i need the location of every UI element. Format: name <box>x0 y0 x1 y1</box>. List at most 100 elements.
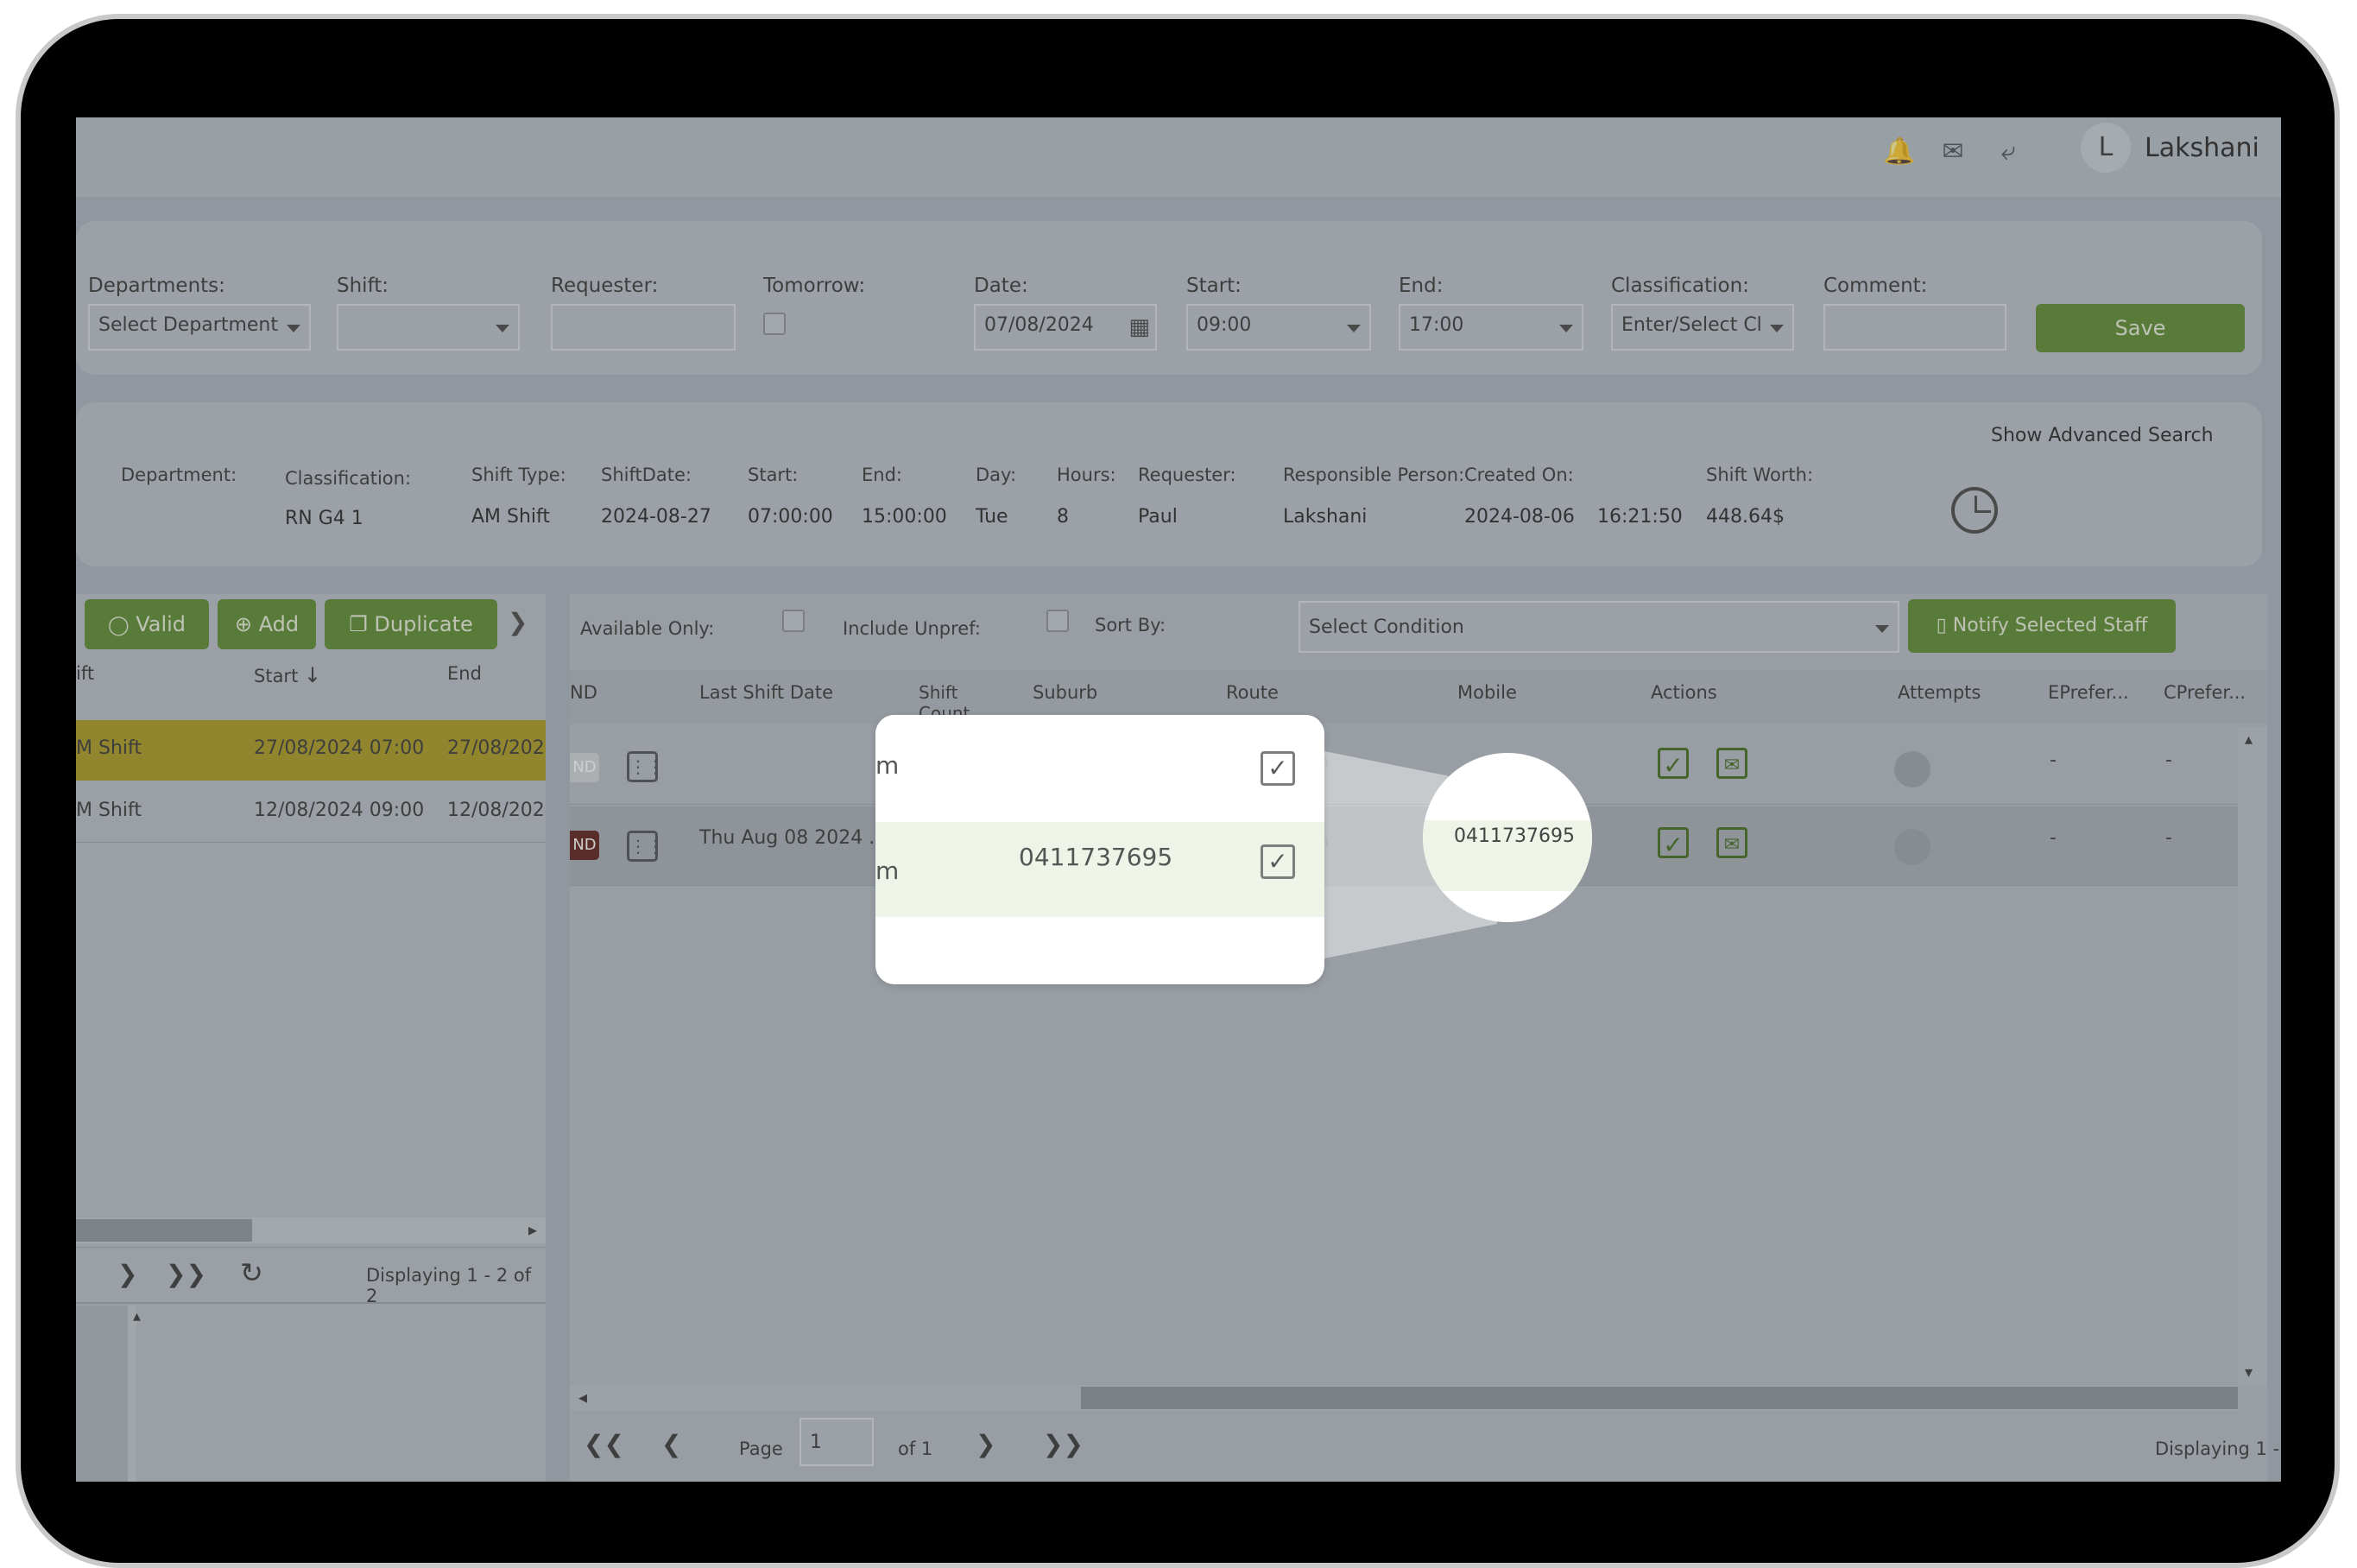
info-end-value: 15:00:00 <box>862 506 947 528</box>
column-header-end[interactable]: End <box>447 663 482 684</box>
prev-page-icon[interactable]: ❮ <box>661 1430 681 1458</box>
classification-label: Classification: <box>1611 275 1749 297</box>
table-row[interactable]: M Shift 12/08/2024 09:00 12/08/2024 <box>76 782 546 843</box>
staff-grid-header: ND Last Shift Date Shift Count Suburb Ro… <box>570 670 2267 724</box>
duplicate-button[interactable]: ❐ Duplicate <box>325 599 497 649</box>
phone-icon: ▯ <box>1936 615 1947 636</box>
scroll-left-icon[interactable]: ◂ <box>578 1387 587 1407</box>
clock-icon[interactable] <box>1951 487 1998 534</box>
column-header-shift[interactable]: ift <box>76 663 94 684</box>
row-last-shift-date: Thu Aug 08 2024 ... <box>699 827 888 849</box>
zoom-row-1: m ✓ <box>875 715 1324 819</box>
end-value: 17:00 <box>1409 314 1464 336</box>
chevron-down-icon <box>1875 625 1889 633</box>
shifts-grid: ◯ Valid ⊕ Add ❐ Duplicate ❯ ift Start ↓ … <box>76 594 546 1482</box>
add-button[interactable]: ⊕ Add <box>218 599 316 649</box>
classification-info-value: RN G4 1 <box>285 508 363 529</box>
sort-condition-placeholder: Select Condition <box>1309 616 1464 638</box>
first-page-icon[interactable]: ❮❮ <box>584 1430 624 1458</box>
chevron-down-icon <box>1559 325 1573 332</box>
day-value: Tue <box>976 506 1008 528</box>
calendar-icon[interactable]: ⋮⋮ <box>627 751 664 782</box>
column-header-last-shift-date[interactable]: Last Shift Date <box>699 682 833 703</box>
scroll-down-icon[interactable]: ▾ <box>2245 1363 2253 1381</box>
logout-icon[interactable]: ⤶ <box>1991 135 2025 169</box>
comment-input[interactable] <box>1823 304 2006 351</box>
date-input[interactable]: 07/08/2024 ▦ <box>974 304 1157 351</box>
column-header-mobile[interactable]: Mobile <box>1457 682 1517 703</box>
notify-selected-staff-button[interactable]: ▯ Notify Selected Staff <box>1908 599 2176 653</box>
sort-down-icon: ↓ <box>304 663 322 687</box>
user-name[interactable]: Lakshani <box>2145 133 2259 163</box>
departments-value: Select Department <box>98 314 278 336</box>
column-header-cprefer[interactable]: CPrefer... <box>2164 682 2246 703</box>
requester-input[interactable] <box>551 304 736 351</box>
chevron-right-icon[interactable]: ❯ <box>508 608 528 636</box>
save-button[interactable]: Save <box>2036 304 2245 352</box>
include-unpref-checkbox[interactable] <box>1046 610 1069 632</box>
column-header-attempts[interactable]: Attempts <box>1898 682 1981 703</box>
shift-worth-value: 448.64$ <box>1706 506 1785 528</box>
check-square-icon[interactable]: ✓ <box>1261 844 1295 879</box>
column-header-suburb[interactable]: Suburb <box>1033 682 1097 703</box>
vertical-scrollbar[interactable]: ▴ ▾ <box>2238 727 2267 1385</box>
available-only-checkbox[interactable] <box>782 610 805 632</box>
start-select[interactable]: 09:00 <box>1186 304 1371 351</box>
sort-by-label: Sort By: <box>1095 615 1166 635</box>
vertical-scrollbar[interactable] <box>128 1306 136 1482</box>
next-page-icon[interactable]: ❯ <box>117 1260 137 1288</box>
mail-icon[interactable]: ✉ <box>1936 135 1970 169</box>
departments-select[interactable]: Select Department <box>88 304 311 351</box>
row-cprefer: - <box>2165 749 2172 771</box>
responsible-label: Responsible Person: <box>1283 465 1465 485</box>
page-input[interactable]: 1 <box>799 1418 874 1466</box>
check-square-icon[interactable]: ✓ <box>1658 827 1689 859</box>
column-header-actions[interactable]: Actions <box>1651 682 1717 703</box>
classification-select[interactable]: Enter/Select Cl <box>1611 304 1794 351</box>
horizontal-scrollbar[interactable]: ◂ <box>570 1385 2238 1411</box>
check-square-icon[interactable]: ✓ <box>1261 751 1295 786</box>
check-circle-icon: ◯ <box>107 615 130 636</box>
column-header-start-label: Start <box>254 666 299 686</box>
sort-condition-select[interactable]: Select Condition <box>1299 601 1899 653</box>
info-start-label: Start: <box>748 465 799 485</box>
scroll-right-icon[interactable]: ▸ <box>528 1219 537 1240</box>
row-eprefer: - <box>2050 749 2057 771</box>
column-header-start[interactable]: Start ↓ <box>254 663 321 687</box>
row-shift: M Shift <box>76 800 142 821</box>
row-end: 12/08/2024 <box>447 800 546 821</box>
shift-select[interactable] <box>337 304 520 351</box>
check-square-icon[interactable]: ✓ <box>1658 748 1689 780</box>
last-page-icon[interactable]: ❯❯ <box>166 1260 206 1288</box>
tomorrow-checkbox[interactable] <box>763 313 786 335</box>
table-row[interactable]: M Shift 27/08/2024 07:00 27/08/202 <box>76 720 546 781</box>
calendar-icon[interactable]: ▦ <box>1128 314 1150 340</box>
refresh-icon[interactable]: ↻ <box>240 1256 263 1289</box>
tomorrow-label: Tomorrow: <box>763 275 866 297</box>
column-header-eprefer[interactable]: EPrefer... <box>2048 682 2129 703</box>
scrollbar-thumb[interactable] <box>76 1219 252 1242</box>
classification-value: Enter/Select Cl <box>1621 314 1762 336</box>
magnifier-mobile-number: 0411737695 <box>1454 825 1575 847</box>
created-on-date: 2024-08-06 <box>1464 506 1575 528</box>
column-header-nd[interactable]: ND <box>570 682 597 703</box>
column-header-route[interactable]: Route <box>1226 682 1279 703</box>
next-page-icon[interactable]: ❯ <box>976 1430 995 1458</box>
scroll-up-icon[interactable]: ▴ <box>2245 730 2253 749</box>
mail-icon[interactable]: ✉ <box>1716 748 1747 779</box>
valid-button[interactable]: ◯ Valid <box>85 599 209 649</box>
zoom-row-2: m 0411737695 ✓ <box>875 822 1324 917</box>
bell-icon[interactable]: 🔔 <box>1882 135 1917 169</box>
show-advanced-search-link[interactable]: Show Advanced Search <box>1991 425 2214 446</box>
end-select[interactable]: 17:00 <box>1399 304 1583 351</box>
scroll-up-icon[interactable]: ▴ <box>133 1307 141 1325</box>
horizontal-scrollbar[interactable]: ▸ <box>76 1217 546 1243</box>
scrollbar-thumb[interactable] <box>1081 1387 2238 1409</box>
calendar-icon[interactable]: ⋮⋮ <box>627 831 664 862</box>
attempts-indicator <box>1894 751 1930 787</box>
classification-info-label: Classification: <box>285 468 412 489</box>
avatar[interactable]: L <box>2081 123 2131 173</box>
attempts-indicator <box>1894 829 1930 865</box>
last-page-icon[interactable]: ❯❯ <box>1043 1430 1084 1458</box>
mail-icon[interactable]: ✉ <box>1716 827 1747 858</box>
